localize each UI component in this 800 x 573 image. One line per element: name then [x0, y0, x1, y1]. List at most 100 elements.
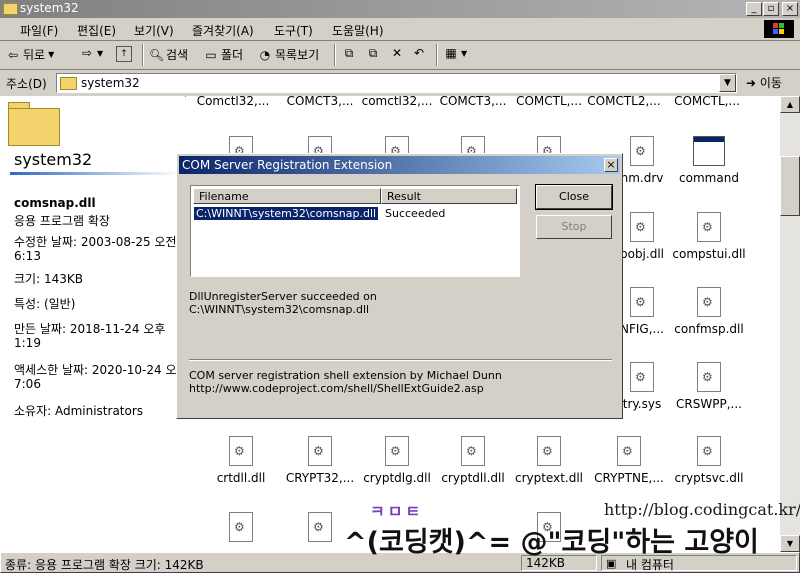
file-item[interactable]: cryptext.dll [504, 436, 594, 485]
move-to-button[interactable]: ⧉ [342, 46, 356, 60]
dll-file-icon [229, 512, 253, 542]
menu-help[interactable]: 도움말(H) [332, 22, 384, 39]
minimize-button[interactable]: _ [746, 2, 762, 16]
views-grid-icon: ▦ [445, 46, 457, 60]
back-button[interactable]: ⇦ 뒤로 ▼ [6, 46, 54, 63]
go-button[interactable]: ➜ 이동 [746, 74, 782, 91]
forward-button[interactable]: ⇨ ▼ [80, 46, 103, 60]
dialog-title-bar: COM Server Registration Extension × [179, 156, 620, 174]
menu-edit[interactable]: 편집(E) [77, 22, 116, 39]
dll-file-icon [617, 436, 641, 466]
dialog-title: COM Server Registration Extension [182, 158, 393, 172]
menu-bar: 파일(F) 편집(E) 보기(V) 즐겨찾기(A) 도구(T) 도움말(H) [0, 18, 800, 41]
modified-date: 수정한 날짜: 2003-08-25 오전 [14, 235, 177, 249]
selected-file-name: comsnap.dll [14, 196, 96, 210]
column-header-filename[interactable]: Filename [193, 188, 381, 204]
history-button[interactable]: ◔ 목록보기 [258, 46, 319, 63]
watermark-url: http://blog.codingcat.kr/ [604, 500, 800, 519]
folder-title: system32 [14, 150, 93, 169]
maximize-button[interactable]: ▫ [763, 2, 779, 16]
menu-tools[interactable]: 도구(T) [274, 22, 313, 39]
result-row-status: Succeeded [385, 207, 446, 220]
search-icon: 🔍︎ [149, 47, 165, 62]
dll-file-icon [229, 436, 253, 466]
dll-file-icon [630, 212, 654, 242]
toolbar-separator [142, 44, 144, 66]
undo-button[interactable]: ↶ [412, 46, 426, 60]
views-button[interactable]: ▦ ▼ [444, 46, 467, 60]
results-list[interactable]: Filename Result C:\WINNT\system32\comsna… [190, 185, 520, 277]
scroll-up-icon[interactable]: ▲ [780, 96, 800, 113]
window-title-bar: system32 _ ▫ × [0, 0, 800, 18]
created-date: 만든 날짜: 2018-11-24 오후 [14, 322, 166, 336]
credit-text: COM server registration shell extension … [189, 369, 502, 382]
close-window-button[interactable]: × [782, 2, 798, 16]
vertical-scrollbar[interactable]: ▲ ▼ [780, 96, 800, 552]
close-button[interactable]: Close [535, 184, 613, 210]
accessed-time: 7:06 [14, 377, 41, 391]
close-icon[interactable]: × [604, 158, 618, 172]
search-button[interactable]: 🔍︎ 검색 [149, 46, 188, 63]
up-folder-icon: ↑ [116, 46, 132, 62]
credit-link[interactable]: http://www.codeproject.com/shell/ShellEx… [189, 382, 484, 395]
toolbar-separator [436, 44, 438, 66]
dll-file-icon [697, 212, 721, 242]
file-item[interactable]: COMCTL,... [662, 96, 752, 108]
file-item[interactable]: crtdll.dll [196, 436, 286, 485]
folders-icon: ▭ [205, 47, 217, 62]
title-rule [10, 172, 180, 175]
result-path: C:\WINNT\system32\comsnap.dll [189, 303, 370, 316]
file-item[interactable]: command [664, 136, 754, 185]
file-item[interactable]: COMCTL2,... [579, 96, 669, 108]
dll-file-icon [697, 362, 721, 392]
dll-file-icon [385, 436, 409, 466]
address-bar: 주소(D) system32 ▼ ➜ 이동 [0, 70, 800, 97]
folder-icon [3, 3, 18, 15]
forward-arrow-icon: ⇨ [81, 46, 93, 60]
stop-button[interactable]: Stop [536, 215, 612, 239]
file-item[interactable]: confmsp.dll [664, 287, 754, 336]
result-row-filename[interactable]: C:\WINNT\system32\comsnap.dll [194, 207, 379, 220]
menu-favorites[interactable]: 즐겨찾기(A) [192, 22, 254, 39]
undo-icon: ↶ [413, 46, 425, 60]
address-value[interactable]: system32 [81, 76, 140, 90]
window-title: system32 [20, 1, 79, 15]
selected-file-type: 응용 프로그램 확장 [14, 214, 110, 228]
drv-file-icon [630, 136, 654, 166]
scroll-thumb[interactable] [780, 156, 800, 216]
watermark-cat-logo: ㅋㅁㅌ [370, 502, 424, 521]
chevron-down-icon[interactable]: ▼ [48, 50, 54, 59]
history-icon: ◔ [259, 47, 271, 62]
address-input[interactable]: system32 ▼ [56, 73, 737, 93]
copy-to-button[interactable]: ⧉ [366, 46, 380, 60]
file-item[interactable]: CRSWPP,... [664, 362, 754, 411]
modified-time: 6:13 [14, 249, 41, 263]
folders-button[interactable]: ▭ 폴더 [204, 46, 243, 63]
dll-file-icon [308, 512, 332, 542]
move-to-icon: ⧉ [344, 46, 354, 60]
menu-file[interactable]: 파일(F) [20, 22, 58, 39]
watermark-caption: ^(코딩캣)^= @"코딩"하는 고양이 [344, 527, 759, 558]
up-folder-button[interactable]: ↑ [116, 46, 132, 62]
file-item[interactable]: Comctl32,... [188, 96, 278, 108]
dll-file-icon [461, 436, 485, 466]
file-item[interactable]: CRYPTNE,... [584, 436, 674, 485]
delete-button[interactable]: ✕ [390, 46, 404, 60]
delete-x-icon: ✕ [391, 46, 403, 60]
menu-view[interactable]: 보기(V) [134, 22, 174, 39]
command-window-icon [693, 136, 725, 166]
copy-to-icon: ⧉ [368, 46, 378, 60]
file-item[interactable]: cryptsvc.dll [664, 436, 754, 485]
address-label: 주소(D) [6, 77, 47, 91]
scroll-down-icon[interactable]: ▼ [780, 535, 800, 552]
toolbar-separator [334, 44, 336, 66]
dll-file-icon [697, 287, 721, 317]
windows-logo-icon [764, 20, 794, 38]
file-item[interactable]: compstui.dll [664, 212, 754, 261]
dll-file-icon [537, 436, 561, 466]
config-file-icon [630, 287, 654, 317]
column-header-result[interactable]: Result [381, 188, 517, 204]
chevron-down-icon[interactable]: ▼ [719, 74, 736, 92]
status-text: 종류: 응용 프로그램 확장 크기: 142KB [5, 558, 204, 572]
file-item[interactable] [196, 512, 286, 542]
